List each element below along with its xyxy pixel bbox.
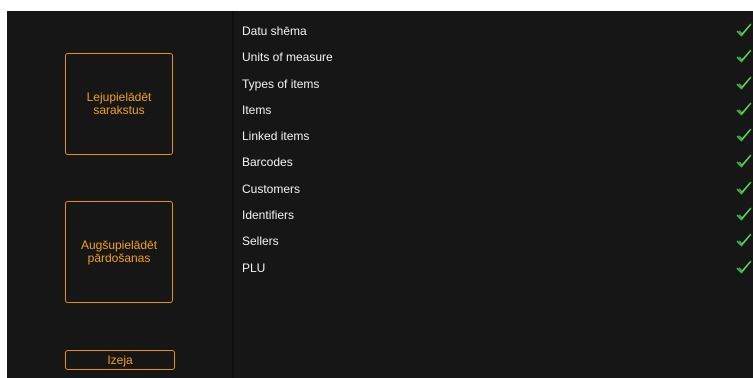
sync-item-label: Datu shēma	[242, 24, 307, 38]
checkmark-icon	[736, 181, 752, 195]
sync-item-label: Identifiers	[242, 208, 295, 223]
checkmark-icon	[736, 260, 752, 273]
download-lists-button[interactable]: Lejupielādēt sarakstus	[65, 53, 173, 155]
list-item: Items	[242, 102, 752, 129]
sync-item-label: Types of items	[242, 76, 320, 91]
list-item: Datu shēma	[242, 23, 752, 50]
checkmark-icon	[736, 234, 752, 247]
exit-button[interactable]: Izeja	[65, 350, 175, 370]
checkmark-icon	[736, 102, 752, 116]
list-item: Types of items	[242, 76, 752, 103]
sync-item-label: Units of measure	[242, 50, 333, 65]
list-item: Units of measure	[242, 49, 752, 76]
sync-item-label: Linked items	[242, 129, 310, 144]
list-item: Barcodes	[242, 155, 752, 181]
checkmark-icon	[736, 49, 752, 63]
checkmark-icon	[736, 207, 752, 221]
list-item: Identifiers	[242, 207, 752, 234]
list-item: Customers	[242, 181, 752, 208]
upload-sales-button[interactable]: Augšupielādēt pārdošanas	[65, 201, 173, 303]
checkmark-icon	[736, 23, 752, 37]
list-item: Linked items	[242, 128, 752, 155]
sync-status-list: Datu shēma Units of measure Types of items…	[242, 23, 752, 287]
download-lists-label-line2: sarakstus	[93, 103, 145, 117]
sync-item-label: Sellers	[242, 234, 279, 249]
sync-item-label: Items	[242, 102, 272, 117]
left-panel: Lejupielādēt sarakstus Augšupielādēt pār…	[7, 11, 232, 378]
sync-item-label: PLU	[242, 260, 266, 275]
checkmark-icon	[736, 76, 752, 89]
sync-item-label: Barcodes	[242, 155, 293, 170]
list-item: Sellers	[242, 234, 752, 260]
checkmark-icon	[736, 128, 752, 142]
upload-sales-label-line2: pārdošanas	[87, 251, 151, 265]
sync-status-panel: Datu shēma Units of measure Types of items…	[234, 11, 753, 378]
list-item: PLU	[242, 260, 752, 287]
sync-item-label: Customers	[242, 181, 301, 196]
app-window: Lejupielādēt sarakstus Augšupielādēt pār…	[7, 11, 753, 378]
checkmark-icon	[736, 155, 752, 168]
